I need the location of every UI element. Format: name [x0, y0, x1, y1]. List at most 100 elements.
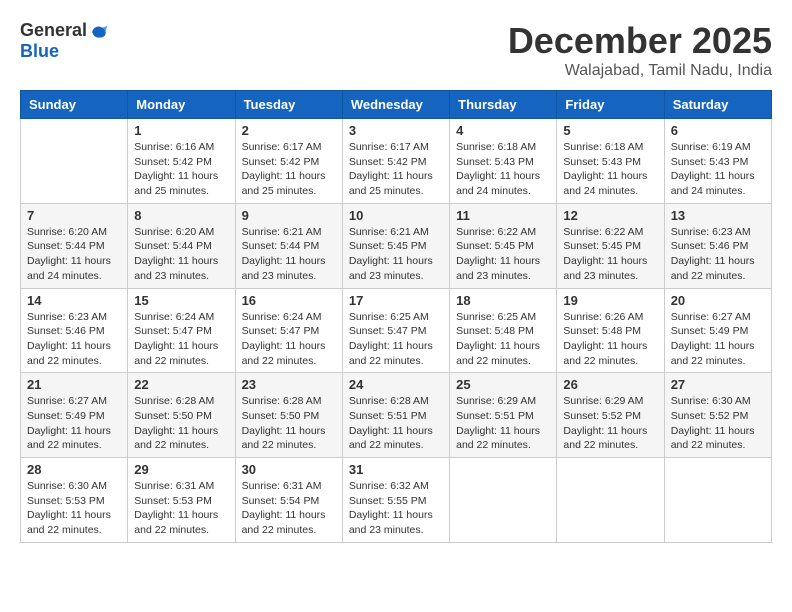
day-info: Sunrise: 6:24 AMSunset: 5:47 PMDaylight:…	[134, 310, 228, 369]
weekday-header-friday: Friday	[557, 91, 664, 119]
day-number: 11	[456, 208, 550, 223]
day-info: Sunrise: 6:29 AMSunset: 5:51 PMDaylight:…	[456, 394, 550, 453]
calendar-cell: 11 Sunrise: 6:22 AMSunset: 5:45 PMDayligh…	[450, 203, 557, 288]
day-number: 13	[671, 208, 765, 223]
calendar-cell: 27 Sunrise: 6:30 AMSunset: 5:52 PMDayligh…	[664, 373, 771, 458]
day-info: Sunrise: 6:17 AMSunset: 5:42 PMDaylight:…	[242, 140, 336, 199]
calendar-cell: 18 Sunrise: 6:25 AMSunset: 5:48 PMDayligh…	[450, 288, 557, 373]
calendar-cell: 7Sunrise: 6:20 AMSunset: 5:44 PMDaylight…	[21, 203, 128, 288]
day-number: 1	[134, 123, 228, 138]
day-number: 27	[671, 377, 765, 392]
day-number: 20	[671, 293, 765, 308]
day-info: Sunrise: 6:31 AMSunset: 5:53 PMDaylight:…	[134, 479, 228, 538]
calendar-cell: 12 Sunrise: 6:22 AMSunset: 5:45 PMDayligh…	[557, 203, 664, 288]
day-info: Sunrise: 6:29 AMSunset: 5:52 PMDaylight:…	[563, 394, 657, 453]
day-info: Sunrise: 6:16 AMSunset: 5:42 PMDaylight:…	[134, 140, 228, 199]
day-number: 12	[563, 208, 657, 223]
calendar-cell	[450, 458, 557, 543]
day-info: Sunrise: 6:22 AMSunset: 5:45 PMDaylight:…	[563, 225, 657, 284]
day-info: Sunrise: 6:17 AMSunset: 5:42 PMDaylight:…	[349, 140, 443, 199]
day-info: Sunrise: 6:31 AMSunset: 5:54 PMDaylight:…	[242, 479, 336, 538]
day-info: Sunrise: 6:27 AMSunset: 5:49 PMDaylight:…	[27, 394, 121, 453]
calendar-cell	[21, 119, 128, 204]
page-header: General Blue December 2025 Walajabad, Ta…	[20, 20, 772, 80]
day-number: 21	[27, 377, 121, 392]
calendar-cell	[664, 458, 771, 543]
day-number: 8	[134, 208, 228, 223]
calendar-cell: 21 Sunrise: 6:27 AMSunset: 5:49 PMDayligh…	[21, 373, 128, 458]
calendar-cell: 25 Sunrise: 6:29 AMSunset: 5:51 PMDayligh…	[450, 373, 557, 458]
day-number: 2	[242, 123, 336, 138]
calendar-cell: 20 Sunrise: 6:27 AMSunset: 5:49 PMDayligh…	[664, 288, 771, 373]
calendar-cell: 31 Sunrise: 6:32 AMSunset: 5:55 PMDayligh…	[342, 458, 449, 543]
calendar-cell: 30 Sunrise: 6:31 AMSunset: 5:54 PMDayligh…	[235, 458, 342, 543]
calendar-week-row: 7 Sunrise: 6:20 AMSunset: 5:44 PMDaylight…	[21, 203, 772, 288]
month-title: December 2025	[508, 20, 772, 62]
day-number: 4	[456, 123, 550, 138]
day-info: Sunrise: 6:24 AMSunset: 5:47 PMDaylight:…	[242, 310, 336, 369]
day-info: Sunrise: 6:25 AMSunset: 5:48 PMDaylight:…	[456, 310, 550, 369]
day-number: 29	[134, 462, 228, 477]
calendar-week-row: 28Sunrise: 6:30 AMSunset: 5:53 PMDayligh…	[21, 458, 772, 543]
calendar-cell: 26 Sunrise: 6:29 AMSunset: 5:52 PMDayligh…	[557, 373, 664, 458]
calendar-table: SundayMondayTuesdayWednesdayThursdayFrid…	[20, 90, 772, 543]
location: Walajabad, Tamil Nadu, India	[508, 62, 772, 80]
calendar-cell: 16 Sunrise: 6:24 AMSunset: 5:47 PMDayligh…	[235, 288, 342, 373]
calendar-cell: 3Sunrise: 6:17 AMSunset: 5:42 PMDaylight…	[342, 119, 449, 204]
calendar-cell: 6Sunrise: 6:19 AMSunset: 5:43 PMDaylight…	[664, 119, 771, 204]
day-number: 17	[349, 293, 443, 308]
day-info: Sunrise: 6:23 AMSunset: 5:46 PMDaylight:…	[27, 310, 121, 369]
calendar-cell: 14 Sunrise: 6:23 AMSunset: 5:46 PMDayligh…	[21, 288, 128, 373]
day-number: 16	[242, 293, 336, 308]
day-number: 10	[349, 208, 443, 223]
day-info: Sunrise: 6:18 AMSunset: 5:43 PMDaylight:…	[563, 140, 657, 199]
calendar-cell: 5 Sunrise: 6:18 AMSunset: 5:43 PMDaylight…	[557, 119, 664, 204]
calendar-cell: 28Sunrise: 6:30 AMSunset: 5:53 PMDayligh…	[21, 458, 128, 543]
weekday-header-monday: Monday	[128, 91, 235, 119]
day-number: 25	[456, 377, 550, 392]
day-info: Sunrise: 6:26 AMSunset: 5:48 PMDaylight:…	[563, 310, 657, 369]
day-info: Sunrise: 6:22 AMSunset: 5:45 PMDaylight:…	[456, 225, 550, 284]
day-number: 7	[27, 208, 121, 223]
day-info: Sunrise: 6:21 AMSunset: 5:44 PMDaylight:…	[242, 225, 336, 284]
day-number: 9	[242, 208, 336, 223]
day-number: 14	[27, 293, 121, 308]
calendar-week-row: 1 Sunrise: 6:16 AMSunset: 5:42 PMDaylight…	[21, 119, 772, 204]
calendar-cell: 10 Sunrise: 6:21 AMSunset: 5:45 PMDayligh…	[342, 203, 449, 288]
calendar-cell: 23 Sunrise: 6:28 AMSunset: 5:50 PMDayligh…	[235, 373, 342, 458]
logo-general-text: General	[20, 20, 87, 41]
day-number: 31	[349, 462, 443, 477]
weekday-header-sunday: Sunday	[21, 91, 128, 119]
day-info: Sunrise: 6:27 AMSunset: 5:49 PMDaylight:…	[671, 310, 765, 369]
calendar-cell: 1 Sunrise: 6:16 AMSunset: 5:42 PMDaylight…	[128, 119, 235, 204]
day-info: Sunrise: 6:23 AMSunset: 5:46 PMDaylight:…	[671, 225, 765, 284]
calendar-cell	[557, 458, 664, 543]
calendar-cell: 17Sunrise: 6:25 AMSunset: 5:47 PMDayligh…	[342, 288, 449, 373]
day-number: 18	[456, 293, 550, 308]
calendar-cell: 15 Sunrise: 6:24 AMSunset: 5:47 PMDayligh…	[128, 288, 235, 373]
calendar-cell: 8 Sunrise: 6:20 AMSunset: 5:44 PMDaylight…	[128, 203, 235, 288]
day-info: Sunrise: 6:21 AMSunset: 5:45 PMDaylight:…	[349, 225, 443, 284]
day-info: Sunrise: 6:28 AMSunset: 5:50 PMDaylight:…	[242, 394, 336, 453]
day-info: Sunrise: 6:30 AMSunset: 5:52 PMDaylight:…	[671, 394, 765, 453]
day-number: 5	[563, 123, 657, 138]
logo-blue-text: Blue	[20, 41, 59, 62]
day-info: Sunrise: 6:32 AMSunset: 5:55 PMDaylight:…	[349, 479, 443, 538]
calendar-week-row: 21 Sunrise: 6:27 AMSunset: 5:49 PMDayligh…	[21, 373, 772, 458]
weekday-header-wednesday: Wednesday	[342, 91, 449, 119]
calendar-cell: 19 Sunrise: 6:26 AMSunset: 5:48 PMDayligh…	[557, 288, 664, 373]
calendar-cell: 24Sunrise: 6:28 AMSunset: 5:51 PMDayligh…	[342, 373, 449, 458]
day-info: Sunrise: 6:20 AMSunset: 5:44 PMDaylight:…	[134, 225, 228, 284]
calendar-header-row: SundayMondayTuesdayWednesdayThursdayFrid…	[21, 91, 772, 119]
calendar-week-row: 14 Sunrise: 6:23 AMSunset: 5:46 PMDayligh…	[21, 288, 772, 373]
weekday-header-thursday: Thursday	[450, 91, 557, 119]
day-number: 26	[563, 377, 657, 392]
title-section: December 2025 Walajabad, Tamil Nadu, Ind…	[508, 20, 772, 80]
day-number: 23	[242, 377, 336, 392]
day-number: 30	[242, 462, 336, 477]
day-number: 19	[563, 293, 657, 308]
day-info: Sunrise: 6:30 AMSunset: 5:53 PMDaylight:…	[27, 479, 121, 538]
day-number: 15	[134, 293, 228, 308]
calendar-cell: 22Sunrise: 6:28 AMSunset: 5:50 PMDayligh…	[128, 373, 235, 458]
day-number: 6	[671, 123, 765, 138]
